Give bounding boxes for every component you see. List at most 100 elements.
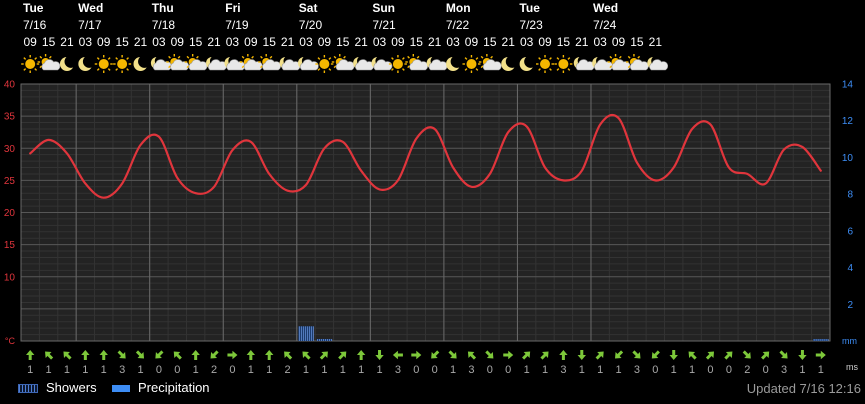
moon-cloud-icon <box>426 55 448 71</box>
wind-arrow-icon <box>779 350 788 359</box>
wind-speed: 1 <box>615 364 621 376</box>
wind-unit-label: ms <box>846 362 858 372</box>
wind-arrow-icon <box>724 351 733 360</box>
legend-showers[interactable]: Showers <box>18 380 97 395</box>
hour-label: 09 <box>97 35 111 49</box>
moon-cloud-icon <box>647 55 669 71</box>
forecast-chart: 10152025303540°C2468101214mmTue7/1609 15 2… <box>4 1 859 376</box>
moon-cloud-icon <box>206 55 227 71</box>
precipitation-tick-label: 10 <box>842 153 854 164</box>
wind-speed: 1 <box>689 364 695 376</box>
temperature-tick-label: 35 <box>4 112 16 123</box>
precipitation-tick-label: 2 <box>847 300 853 311</box>
moon-cloud-icon <box>150 55 172 71</box>
moon-cloud-icon <box>573 55 595 71</box>
sun-icon <box>554 55 573 73</box>
wind-speed: 0 <box>707 364 713 376</box>
hour-label: 15 <box>263 35 277 49</box>
day-name: Wed <box>78 1 103 15</box>
hour-label: 15 <box>483 35 497 49</box>
precipitation-tick-label: 14 <box>842 80 854 91</box>
moon-cloud-icon <box>592 55 613 71</box>
wind-speed: 1 <box>101 364 107 376</box>
hour-label: 03 <box>593 35 607 49</box>
wind-speed: 1 <box>46 364 52 376</box>
hour-label: 15 <box>115 35 129 49</box>
wind-speed: 1 <box>542 364 548 376</box>
wind-speed: 0 <box>413 364 419 376</box>
hour-label: 09 <box>171 35 185 49</box>
wind-speed: 2 <box>744 364 750 376</box>
wind-speed: 1 <box>193 364 199 376</box>
wind-speed: 3 <box>468 364 474 376</box>
hour-label: 21 <box>575 35 589 49</box>
hour-label: 09 <box>612 35 626 49</box>
wind-arrow-icon <box>669 350 678 360</box>
wind-speed: 1 <box>450 364 456 376</box>
sun-cloud-icon <box>258 54 281 71</box>
wind-speed: 1 <box>358 364 364 376</box>
wind-speed: 2 <box>285 364 291 376</box>
hour-label: 15 <box>410 35 424 49</box>
precipitation-tick-label: 6 <box>847 226 853 237</box>
hour-label: 03 <box>520 35 534 49</box>
sun-icon <box>113 55 132 73</box>
hour-label: 09 <box>465 35 479 49</box>
wind-arrow-icon <box>319 351 328 360</box>
temperature-tick-label: 20 <box>4 208 16 219</box>
day-headers: Tue 7/16 09 15 21 Wed 7/17 03 09 15 21 Thu 7/18 03 09 1… <box>23 1 662 49</box>
wind-arrow-icon <box>155 350 164 359</box>
legend-precipitation[interactable]: Precipitation <box>112 380 210 395</box>
day-date: 7/23 <box>519 18 543 32</box>
moon-cloud-icon <box>371 55 393 71</box>
wind-speed: 3 <box>634 364 640 376</box>
wind-speed: 1 <box>579 364 585 376</box>
wind-speed: 0 <box>505 364 511 376</box>
wind-speed: 1 <box>799 364 805 376</box>
wind-arrow-icon <box>284 351 293 360</box>
hour-label: 03 <box>152 35 166 49</box>
wind-speed: 1 <box>64 364 70 376</box>
wind-speed: 1 <box>524 364 530 376</box>
sun-cloud-icon <box>478 54 502 71</box>
hour-label: 21 <box>207 35 221 49</box>
wind-arrow-icon <box>392 350 403 360</box>
wind-arrow-icon <box>595 351 604 360</box>
day-name: Fri <box>225 1 240 15</box>
wind-arrow-icon <box>705 351 715 360</box>
wind-arrow-icon <box>503 350 514 360</box>
temperature-tick-label: 30 <box>4 144 16 155</box>
hour-label: 21 <box>649 35 663 49</box>
wind-speed: 1 <box>340 364 346 376</box>
wind-speed: 0 <box>432 364 438 376</box>
wind-arrow-icon <box>81 350 90 360</box>
sun-cloud-icon <box>37 54 61 71</box>
wind-arrow-icon <box>559 350 568 360</box>
moon-icon <box>501 55 519 71</box>
wind-speed: 0 <box>487 364 493 376</box>
wind-speed: 1 <box>321 364 327 376</box>
precipitation-tick-label: 12 <box>842 116 854 127</box>
moon-cloud-icon <box>224 55 246 71</box>
wind-speed: 1 <box>671 364 677 376</box>
day-name: Tue <box>519 1 540 15</box>
wind-arrow-icon <box>63 351 72 360</box>
day-date: 7/22 <box>446 18 470 32</box>
wind-arrow-icon <box>761 351 770 360</box>
sun-icon <box>462 55 481 73</box>
moon-icon <box>59 55 78 71</box>
temperature-unit-label: °C <box>5 336 16 346</box>
wind-arrow-icon <box>448 350 457 359</box>
wind-speed: 3 <box>560 364 566 376</box>
wind-row: 1111131001201121111130013001131113011002… <box>25 350 858 376</box>
hour-label: 09 <box>538 35 552 49</box>
moon-icon <box>519 55 537 71</box>
day-name: Tue <box>23 1 44 15</box>
temperature-tick-label: 25 <box>4 176 16 187</box>
wind-arrow-icon <box>798 350 807 360</box>
hour-label: 09 <box>244 35 258 49</box>
wind-arrow-icon <box>815 350 826 360</box>
moon-icon <box>133 55 151 71</box>
wind-arrow-icon <box>375 350 384 360</box>
wind-arrow-icon <box>45 351 54 360</box>
